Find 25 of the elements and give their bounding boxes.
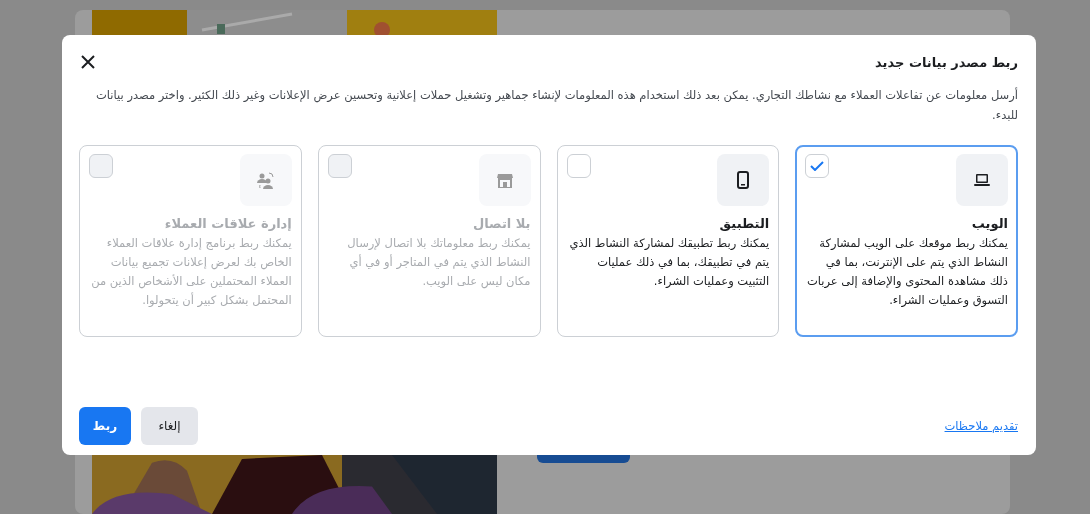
close-button[interactable]	[79, 53, 97, 71]
card-title: التطبيق	[718, 216, 770, 232]
card-description: يمكنك ربط معلوماتك بلا اتصال لإرسال النشاط الذي يتم في المتاجر أو في أي مكان ليس على الويب.	[346, 235, 531, 291]
feedback-link[interactable]: تقديم ملاحظات	[944, 419, 1018, 433]
store-icon	[496, 172, 513, 188]
card-title: الويب	[970, 216, 1008, 232]
close-icon	[81, 55, 95, 69]
phone-icon	[737, 171, 750, 190]
cancel-button[interactable]: إلغاء	[141, 407, 198, 445]
card-description: يمكنك ربط برنامج إدارة علاقات العملاء الخاص بك لعرض إعلانات تجميع بيانات العملاء المحتملين على الأشخاص الذين من المحتمل بشكل كبير أن يتحولوا.	[90, 235, 292, 310]
checkbox[interactable]	[566, 154, 591, 179]
source-card[interactable]: التطبيق يمكنك ربط تطبيقك لمشاركة النشاط الذي يتم في تطبيقك، بما في ذلك عمليات التثبيت وعمليات الشراء.	[556, 145, 780, 338]
checkbox[interactable]	[805, 154, 830, 179]
checkmark-icon	[810, 161, 825, 172]
source-card[interactable]: الويب يمكنك ربط موقعك على الويب لمشاركة النشاط الذي يتم على الإنترنت، بما في ذلك مشاهدة المحتوى والإضافة إلى عربات التسوق وعمليات الشراء.	[795, 145, 1018, 338]
card-description: يمكنك ربط موقعك على الويب لمشاركة النشاط الذي يتم على الإنترنت، بما في ذلك مشاهدة المحتوى والإضافة إلى عربات التسوق وعمليات الشراء.	[805, 235, 1008, 310]
card-title: إدارة علاقات العملاء	[163, 216, 292, 232]
people-icon	[256, 171, 275, 189]
card-title: بلا اتصال	[471, 216, 531, 232]
laptop-icon	[974, 174, 990, 187]
dialog-description: أرسل معلومات عن تفاعلات العملاء مع نشاطك التجاري. يمكن بعد ذلك استخدام هذه المعلومات لإنشاء جماهير وتشغيل حملات إعلانية وتحسين عرض الإعلانات وغير ذلك الكثير. واختر مصدر بيانات للبدء.	[95, 86, 1018, 125]
dialog-title: ربط مصدر بيانات جديد	[875, 54, 1018, 70]
connect-button[interactable]: ربط	[79, 407, 131, 445]
card-description: يمكنك ربط تطبيقك لمشاركة النشاط الذي يتم في تطبيقك، بما في ذلك عمليات التثبيت وعمليات الشراء.	[568, 235, 770, 291]
background-button[interactable]	[537, 455, 630, 463]
